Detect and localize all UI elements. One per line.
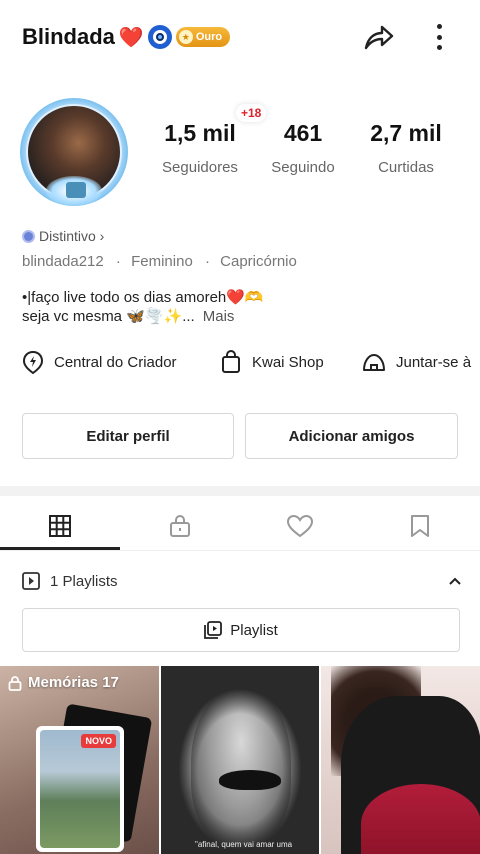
followers-label: Seguidores	[162, 159, 238, 176]
heart-emoji-icon: ❤️	[118, 26, 144, 49]
tab-posts[interactable]	[0, 504, 120, 548]
following-stat[interactable]: 461 Seguindo	[266, 120, 340, 176]
evil-eye-icon	[147, 25, 172, 49]
memories-label: Memórias 17	[28, 674, 119, 691]
lightning-pin-icon	[22, 350, 44, 374]
lock-icon	[8, 675, 22, 691]
distintivo-label: Distintivo ›	[39, 228, 105, 244]
mustache-sticker	[219, 770, 281, 790]
bio-line-2: seja vc mesma 🦋🌪️✨...	[22, 308, 195, 325]
red-skirt-image	[361, 784, 480, 854]
kwai-shop-link[interactable]: Kwai Shop	[220, 350, 324, 374]
username: Blindada	[22, 24, 115, 49]
hair-shadow	[161, 666, 319, 854]
distintivo-link[interactable]: Distintivo ›	[22, 228, 104, 244]
video-thumbnail[interactable]: "afinal, quem vai amar uma	[161, 666, 319, 854]
kwai-shop-label: Kwai Shop	[252, 353, 324, 371]
grid-icon	[49, 515, 71, 537]
playlist-button-label: Playlist	[230, 621, 278, 639]
likes-stat[interactable]: 2,7 mil Curtidas	[366, 120, 446, 176]
join-group-link[interactable]: Juntar-se à	[362, 350, 471, 374]
meta-separator: ·	[115, 253, 121, 270]
chevron-up-icon[interactable]	[448, 576, 462, 586]
likes-count: 2,7 mil	[370, 120, 442, 146]
memory-card: NOVO	[36, 726, 124, 852]
bio-more-link[interactable]: Mais	[203, 308, 235, 325]
memory-photo: NOVO	[40, 730, 120, 848]
shopping-bag-icon	[222, 350, 240, 373]
medal-icon: ★	[178, 30, 193, 44]
distintivo-icon	[22, 229, 35, 243]
tabs-divider	[0, 550, 480, 551]
memories-title: Memórias 17	[8, 674, 119, 691]
zodiac-sign: Capricórnio	[220, 253, 297, 270]
bio-line-1: •|faço live todo os dias amoreh❤️🫶	[22, 289, 264, 306]
creator-center-label: Central do Criador	[54, 353, 177, 371]
handle: blindada212	[22, 253, 104, 270]
video-caption: "afinal, quem vai amar uma	[195, 840, 293, 849]
edit-profile-button[interactable]: Editar perfil	[22, 413, 234, 459]
heart-icon	[286, 514, 314, 538]
profile-meta: blindada212 · Feminino · Capricórnio	[22, 253, 299, 270]
tab-saved[interactable]	[360, 504, 480, 548]
followers-count: 1,5 mil	[164, 120, 236, 146]
section-divider	[0, 486, 480, 496]
level-badge-label: Ouro	[195, 31, 223, 43]
new-badge: NOVO	[81, 734, 116, 748]
playlists-header[interactable]: 1 Playlists	[22, 570, 462, 592]
level-badge[interactable]: ★ Ouro	[175, 27, 231, 47]
gender: Feminino	[131, 253, 193, 270]
playlist-button[interactable]: Playlist	[22, 608, 460, 652]
camera-icon	[66, 182, 86, 198]
memories-video-thumbnail[interactable]: Memórias 17 NOVO	[0, 666, 159, 854]
meta-separator: ·	[204, 253, 210, 270]
playlists-count: 1 Playlists	[50, 572, 118, 590]
likes-label: Curtidas	[378, 159, 434, 176]
more-options-icon[interactable]	[428, 20, 450, 54]
following-count: 461	[283, 120, 323, 146]
playlist-icon	[204, 621, 223, 639]
tab-liked[interactable]	[240, 504, 360, 548]
tab-private[interactable]	[120, 504, 240, 548]
creator-center-link[interactable]: Central do Criador	[22, 350, 177, 374]
playlist-icon	[22, 572, 40, 590]
following-label: Seguindo	[271, 159, 335, 176]
bio: •|faço live todo os dias amoreh❤️🫶 seja …	[22, 288, 264, 326]
bookmark-icon	[411, 515, 429, 537]
join-group-label: Juntar-se à	[396, 353, 472, 371]
new-followers-badge: +18	[236, 104, 267, 122]
followers-stat[interactable]: 1,5 mil Seguidores	[160, 120, 240, 176]
group-tent-icon	[363, 354, 385, 371]
video-thumbnail[interactable]	[321, 666, 480, 854]
active-tab-indicator	[0, 547, 120, 550]
share-icon[interactable]	[362, 20, 396, 54]
profile-header: Blindada ❤️ ★ Ouro	[0, 0, 480, 74]
username-row: Blindada ❤️ ★ Ouro	[22, 24, 231, 50]
add-friends-button[interactable]: Adicionar amigos	[245, 413, 458, 459]
avatar[interactable]	[18, 96, 130, 208]
lock-icon	[170, 515, 190, 537]
